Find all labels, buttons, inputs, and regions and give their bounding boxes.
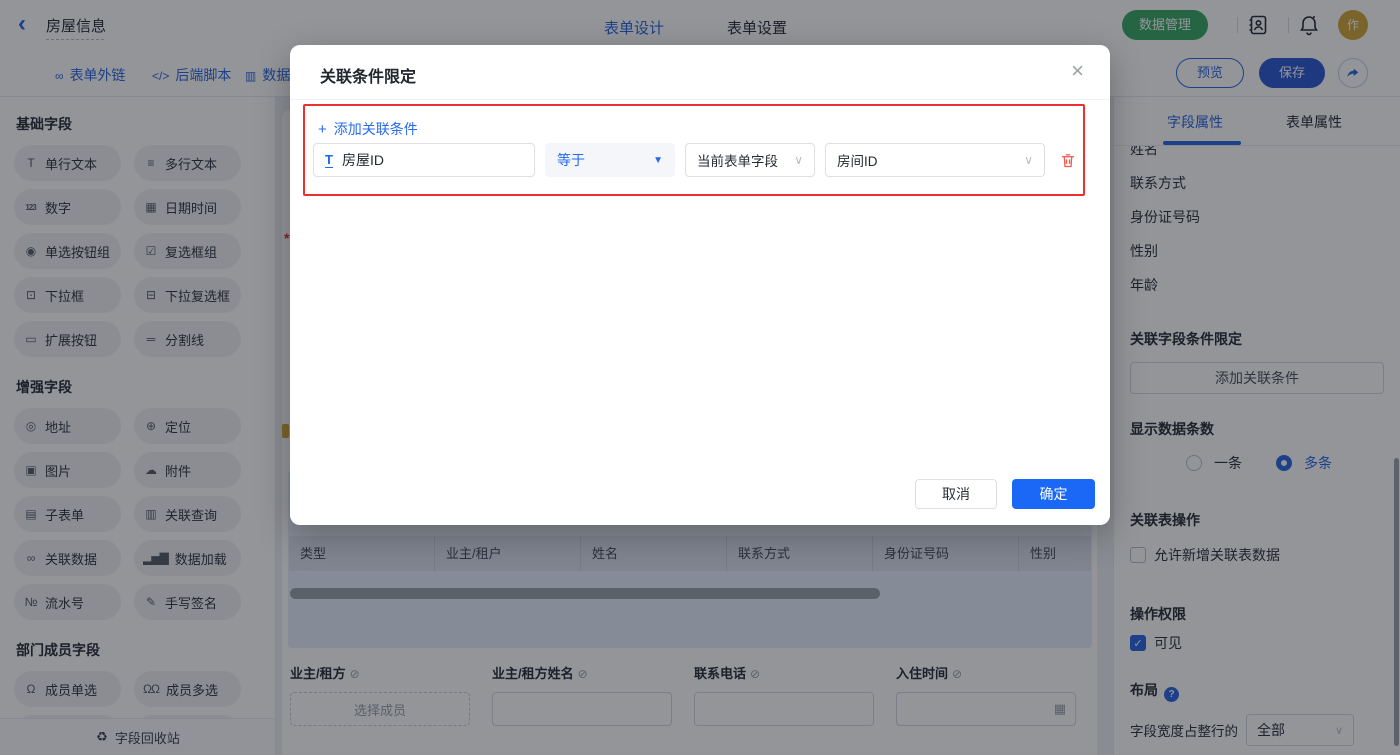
delete-condition-button[interactable]	[1059, 151, 1077, 170]
chevron-down-icon: ∨	[794, 153, 803, 167]
condition-field-input[interactable]: T 房屋ID	[313, 143, 535, 177]
confirm-button[interactable]: 确定	[1012, 479, 1095, 509]
trash-icon	[1059, 151, 1077, 170]
dialog-title: 关联条件限定	[320, 63, 416, 87]
condition-row: T 房屋ID 等于 ▼ 当前表单字段 ∨ 房间ID ∨	[313, 143, 1077, 177]
cancel-button[interactable]: 取消	[915, 479, 997, 509]
add-condition-link[interactable]: +添加关联条件	[318, 119, 418, 139]
target-field-select[interactable]: 房间ID ∨	[825, 143, 1045, 177]
dialog-header: 关联条件限定 ×	[290, 45, 1110, 100]
plus-icon: +	[318, 121, 327, 138]
operator-select[interactable]: 等于 ▼	[545, 143, 675, 177]
text-field-icon: T	[325, 153, 333, 168]
chevron-down-icon: ∨	[1024, 153, 1033, 167]
source-type-select[interactable]: 当前表单字段 ∨	[685, 143, 815, 177]
condition-limit-dialog: 关联条件限定 × +添加关联条件 T 房屋ID 等于 ▼ 当前表单字段 ∨ 房间…	[290, 45, 1110, 525]
app-window: ‹ 房屋信息 表单设计 表单设置 数据管理 作 ∞表单外链	[0, 0, 1400, 755]
close-icon[interactable]: ×	[1071, 58, 1084, 84]
caret-down-icon: ▼	[653, 155, 663, 166]
